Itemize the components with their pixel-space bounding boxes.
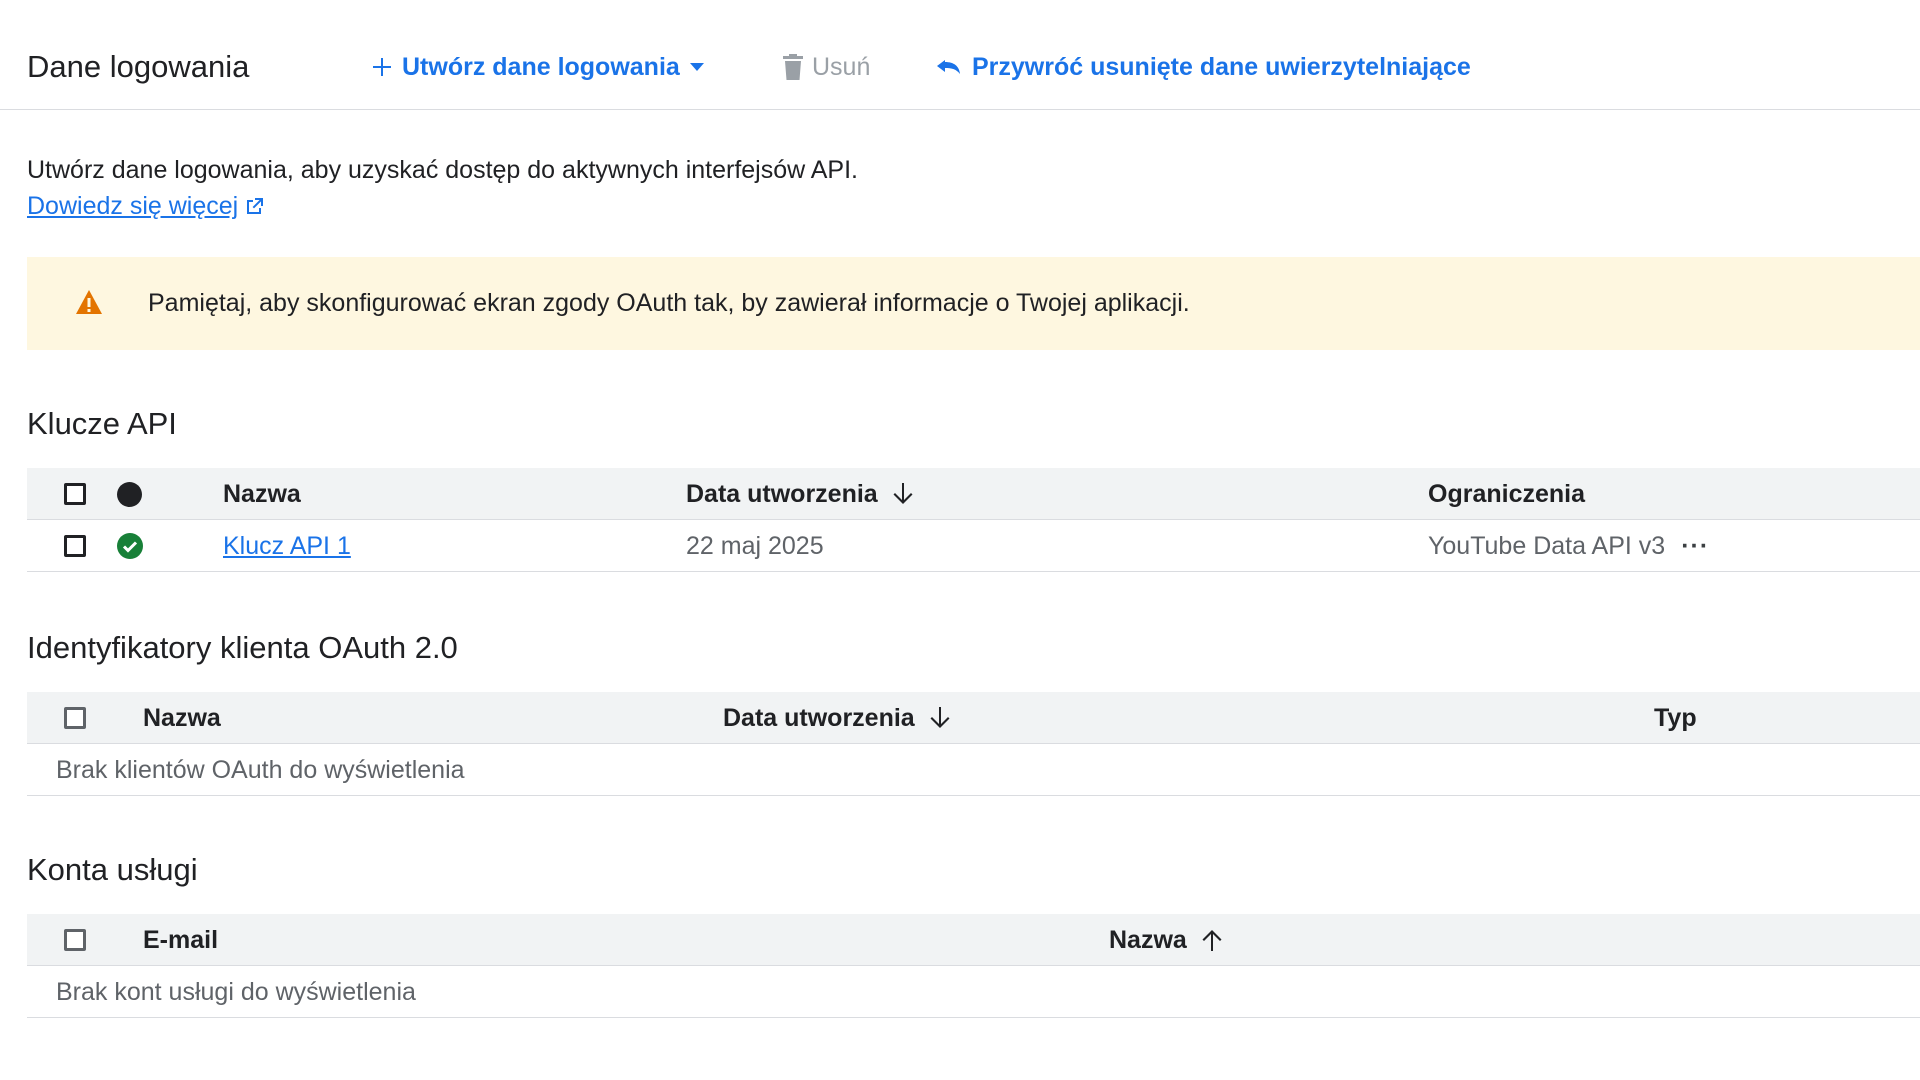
api-key-restrictions: YouTube Data API v3 ··· xyxy=(1428,520,1709,572)
create-credentials-label: Utwórz dane logowania xyxy=(402,52,680,81)
create-credentials-button[interactable]: Utwórz dane logowania xyxy=(370,47,704,87)
api-keys-table-header: Nazwa Data utworzenia Ograniczenia xyxy=(27,468,1920,520)
learn-more-link[interactable]: Dowiedz się więcej xyxy=(27,192,264,221)
arrow-down-icon xyxy=(929,706,951,730)
empty-row: Brak kont usługi do wyświetlenia xyxy=(27,966,1920,1018)
arrow-up-icon xyxy=(1201,928,1223,952)
oauth-clients-title: Identyfikatory klienta OAuth 2.0 xyxy=(27,630,458,665)
delete-button[interactable]: Usuń xyxy=(782,47,870,87)
select-all-checkbox[interactable] xyxy=(64,707,86,729)
column-type[interactable]: Typ xyxy=(1654,692,1697,744)
arrow-down-icon xyxy=(892,482,914,506)
column-name[interactable]: Nazwa xyxy=(223,468,301,520)
column-created[interactable]: Data utworzenia xyxy=(723,692,951,744)
warning-icon xyxy=(75,289,103,320)
oauth-consent-warning-banner: Pamiętaj, aby skonfigurować ekran zgody … xyxy=(27,257,1920,350)
column-restrictions: Ograniczenia xyxy=(1428,479,1585,508)
learn-more-label: Dowiedz się więcej xyxy=(27,192,239,220)
service-accounts-table-header: E-mail Nazwa xyxy=(27,914,1920,966)
delete-label: Usuń xyxy=(812,52,871,81)
plus-icon xyxy=(370,55,394,79)
page-title: Dane logowania xyxy=(27,49,250,84)
api-key-restrictions-label: YouTube Data API v3 xyxy=(1428,531,1666,560)
status-column-icon xyxy=(117,481,142,507)
top-toolbar: Dane logowania Utwórz dane logowania Usu… xyxy=(0,0,1920,110)
external-link-icon xyxy=(244,197,264,217)
column-created[interactable]: Data utworzenia xyxy=(686,468,914,520)
trash-icon xyxy=(782,54,804,80)
service-accounts-title: Konta usługi xyxy=(27,852,198,887)
row-checkbox[interactable] xyxy=(64,535,86,557)
more-icon[interactable]: ··· xyxy=(1681,532,1709,561)
oauth-empty-message: Brak klientów OAuth do wyświetlenia xyxy=(56,755,465,784)
undo-icon xyxy=(936,57,964,77)
oauth-table-header: Nazwa Data utworzenia Typ xyxy=(27,692,1920,744)
select-all-checkbox[interactable] xyxy=(64,929,86,951)
api-key-name-link[interactable]: Klucz API 1 xyxy=(223,520,351,572)
column-name[interactable]: Nazwa xyxy=(1109,914,1223,966)
restore-label: Przywróć usunięte dane uwierzytelniające xyxy=(972,52,1471,81)
api-keys-title: Klucze API xyxy=(27,406,177,441)
api-key-created: 22 maj 2025 xyxy=(686,531,824,560)
column-created-label: Data utworzenia xyxy=(723,703,915,732)
intro-text: Utwórz dane logowania, aby uzyskać dostę… xyxy=(27,156,858,184)
banner-message: Pamiętaj, aby skonfigurować ekran zgody … xyxy=(148,289,1190,317)
restore-deleted-credentials-button[interactable]: Przywróć usunięte dane uwierzytelniające xyxy=(936,47,1471,87)
column-name[interactable]: Nazwa xyxy=(143,692,221,744)
column-email[interactable]: E-mail xyxy=(143,914,218,966)
table-row: Klucz API 1 22 maj 2025 YouTube Data API… xyxy=(27,520,1920,572)
empty-row: Brak klientów OAuth do wyświetlenia xyxy=(27,744,1920,796)
service-accounts-empty-message: Brak kont usługi do wyświetlenia xyxy=(56,977,416,1006)
column-name-label: Nazwa xyxy=(1109,925,1187,954)
check-circle-icon xyxy=(117,520,143,572)
select-all-checkbox[interactable] xyxy=(64,483,86,505)
column-created-label: Data utworzenia xyxy=(686,479,878,508)
caret-down-icon xyxy=(689,63,704,71)
